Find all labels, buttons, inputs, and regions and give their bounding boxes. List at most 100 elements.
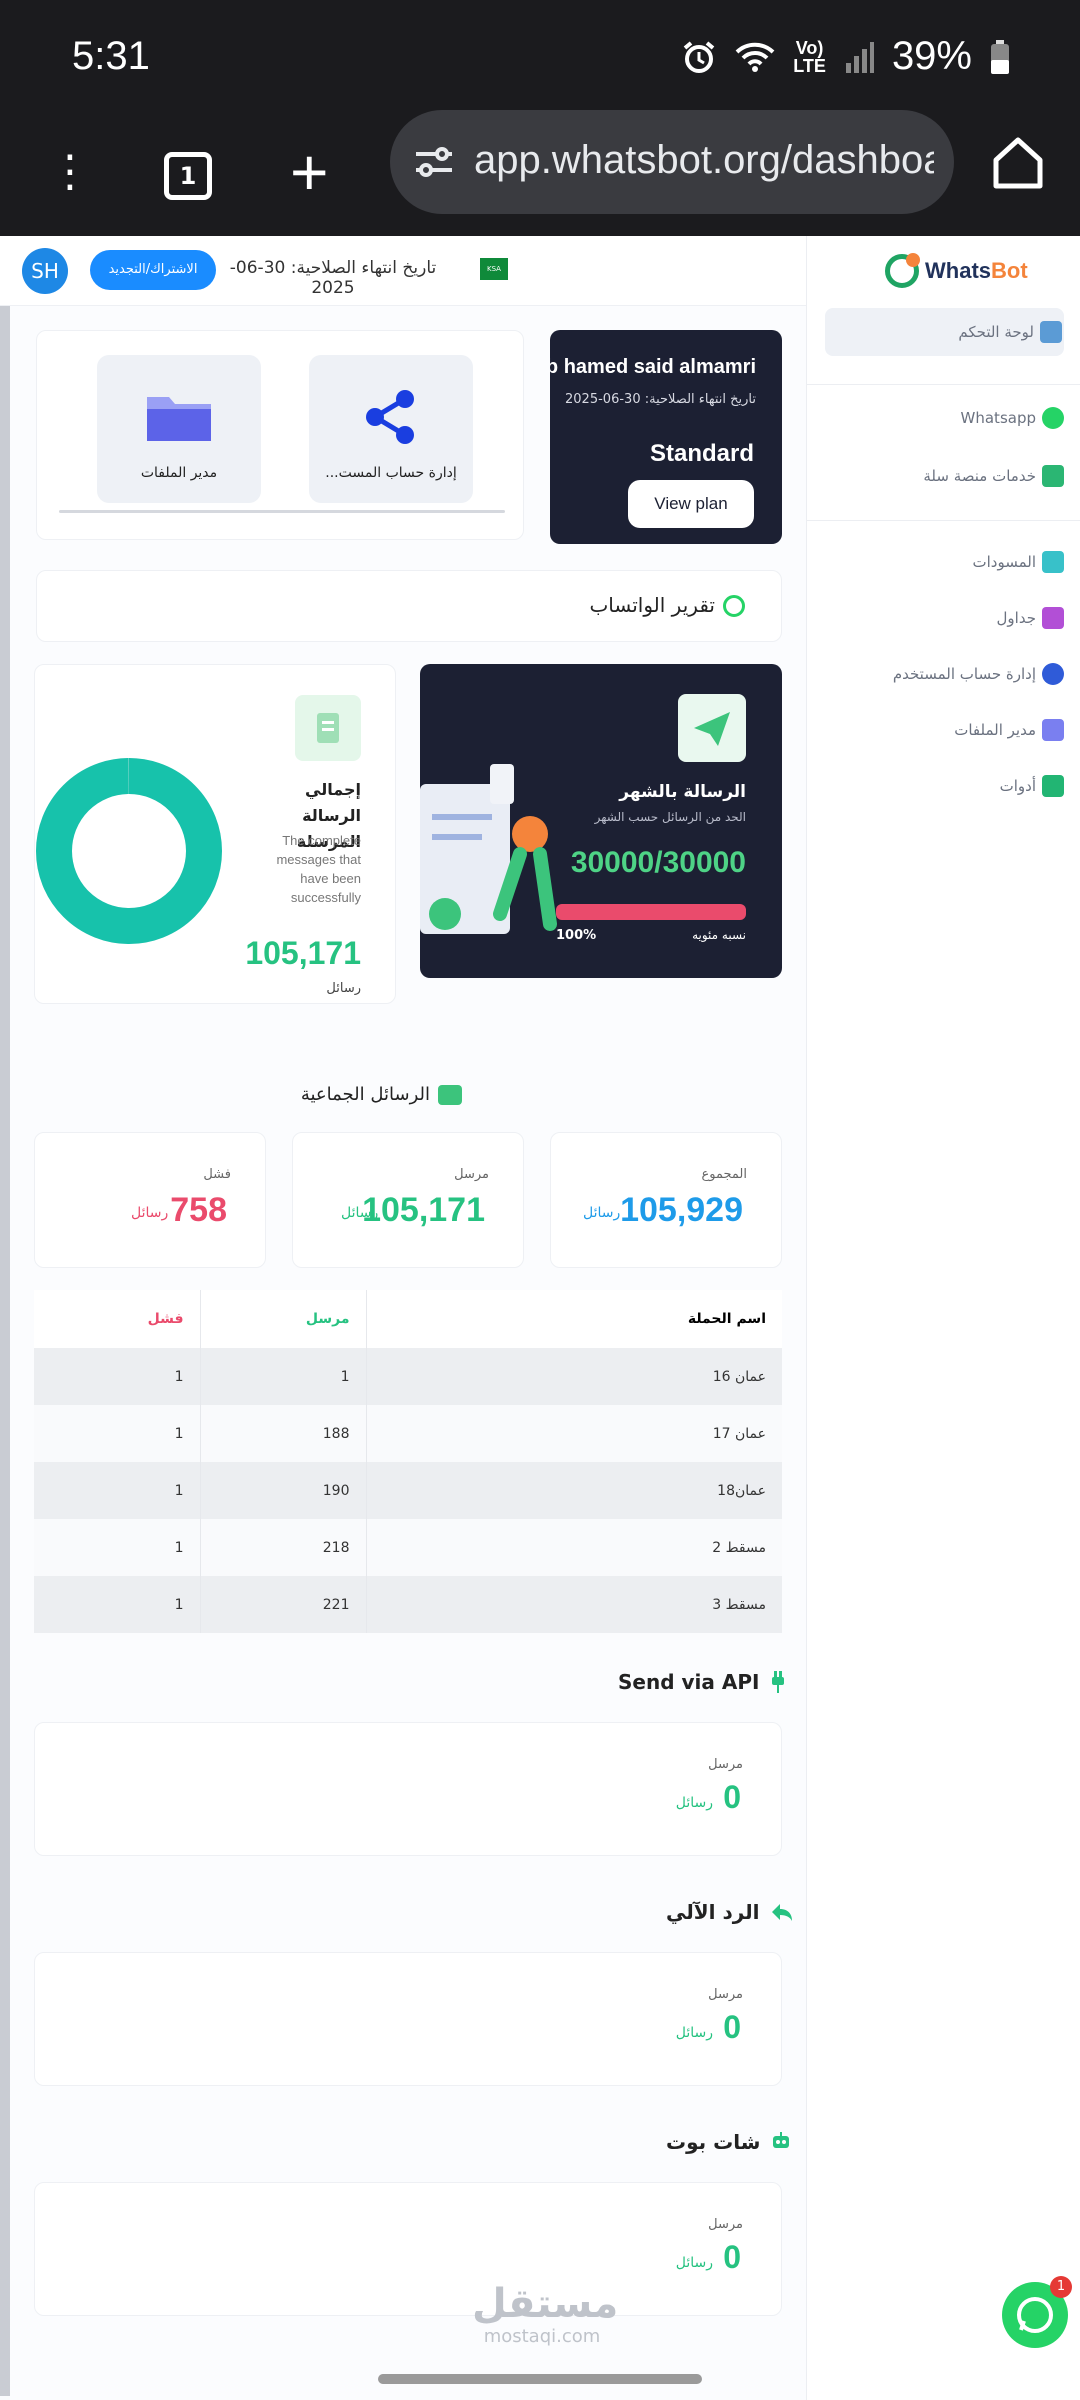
cell-sent: 188 — [200, 1405, 367, 1462]
more-menu-icon[interactable]: ⋮ — [48, 132, 92, 212]
auto-reply-sent-unit: رسائل — [675, 2025, 713, 2041]
folder-icon — [1042, 719, 1064, 741]
cell-name: عمان 17 — [366, 1405, 782, 1462]
chat-bubbles-icon — [438, 1084, 462, 1105]
table-row: 1 190 عمان18 — [34, 1462, 782, 1519]
sidebar-item-user-accounts[interactable]: إدارة حساب المستخدم — [893, 650, 1064, 698]
sidebar-item-drafts[interactable]: المسودات — [972, 538, 1064, 586]
bulk-messages-header: الرسائل الجماعية — [301, 1084, 462, 1105]
api-sent-label: مرسل — [708, 1757, 743, 1772]
sidebar-item-whatsapp[interactable]: Whatsapp — [961, 394, 1064, 442]
avatar[interactable]: SH — [22, 248, 68, 294]
notification-badge: 1 — [1050, 2276, 1072, 2298]
sidebar-item-label: خدمات منصة سلة — [923, 467, 1036, 485]
quick-links-scrollbar[interactable] — [59, 510, 505, 513]
api-sent-unit: رسائل — [675, 1795, 713, 1811]
chatbot-card: مرسل 0 رسائل — [34, 2182, 782, 2316]
plan-tier: Standard — [649, 440, 754, 467]
auto-reply-card: مرسل 0 رسائل — [34, 1952, 782, 2086]
whatsapp-icon — [723, 595, 745, 617]
watermark-en: mostaqi.com — [483, 2326, 601, 2347]
cell-failed: 1 — [34, 1348, 201, 1405]
stat-failed-unit: رسائل — [131, 1205, 169, 1221]
alarm-icon — [683, 40, 715, 73]
cell-sent: 218 — [200, 1519, 367, 1576]
cell-sent: 1 — [200, 1348, 367, 1405]
cell-name: عمان18 — [366, 1462, 782, 1519]
api-title: Send via API — [618, 1670, 760, 1694]
address-bar[interactable]: app.whatsbot.org/dashboard — [390, 110, 954, 214]
sidebar-item-dashboard[interactable]: لوحة التحكم — [825, 308, 1064, 356]
view-plan-button[interactable]: View plan — [628, 480, 754, 528]
network-type: Vo) LTE — [793, 37, 826, 76]
dashboard-page: SH الاشتراك/التجديد تاريخ انتهاء الصلاحي… — [0, 236, 1080, 2400]
cell-name: عمان 16 — [366, 1348, 782, 1405]
whatsapp-chat-button[interactable]: 1 — [1002, 2276, 1072, 2348]
sidebar-divider — [807, 520, 1080, 521]
quick-link-files[interactable]: مدير الملفات — [97, 355, 261, 503]
quick-link-account-label: إدارة حساب المست... — [325, 465, 457, 481]
sidebar-item-label: جداول — [996, 609, 1036, 627]
tab-switcher-button[interactable]: 1 — [164, 152, 212, 200]
stat-card-failed: فشل 758 رسائل — [34, 1132, 266, 1268]
logo-icon — [885, 253, 920, 288]
watermark: مستقل mostaqi.com — [472, 2282, 618, 2347]
api-sent-value: 0 — [723, 1779, 741, 1815]
stat-total-value: 105,929 — [620, 1191, 743, 1229]
wifi-icon — [735, 42, 775, 72]
gesture-nav-bar[interactable] — [378, 2374, 702, 2384]
stat-sent-value: 105,171 — [362, 1191, 485, 1229]
sidebar-item-file-manager[interactable]: مدير الملفات — [954, 706, 1064, 754]
header-failed[interactable]: فشل — [34, 1290, 201, 1348]
home-icon[interactable] — [990, 134, 1046, 190]
new-tab-button[interactable]: + — [290, 132, 329, 212]
monthly-count: 30000/30000 — [570, 846, 746, 879]
auto-reply-sent-label: مرسل — [708, 1987, 743, 2002]
logo-text-a: Whats — [925, 258, 991, 283]
whatsapp-report-title: تقرير الواتساب — [589, 593, 715, 617]
cell-failed: 1 — [34, 1405, 201, 1462]
sidebar-item-salla[interactable]: خدمات منصة سلة — [923, 452, 1064, 500]
api-card: مرسل 0 رسائل — [34, 1722, 782, 1856]
table-row: 1 188 عمان 17 — [34, 1405, 782, 1462]
url-text[interactable]: app.whatsbot.org/dashboard — [474, 138, 934, 183]
cell-failed: 1 — [34, 1576, 201, 1633]
header-sent[interactable]: مرسل — [200, 1290, 367, 1348]
table-row: 1 218 مسقط 2 — [34, 1519, 782, 1576]
monthly-percent: 100% — [556, 928, 597, 943]
auto-reply-header: الرد الآلي — [666, 1900, 794, 1924]
stat-card-sent: مرسل 105,171 رسائل — [292, 1132, 524, 1268]
chatbot-sent-value: 0 — [723, 2239, 741, 2275]
chatbot-sent-label: مرسل — [708, 2217, 743, 2232]
quick-links-card: مدير الملفات إدارة حساب المست... — [36, 330, 524, 540]
robot-icon — [773, 2132, 790, 2148]
whatsbot-logo[interactable]: WhatsBot — [885, 253, 1028, 288]
header-campaign-name[interactable]: اسم الحملة — [366, 1290, 782, 1348]
send-icon — [678, 694, 746, 762]
quick-link-account[interactable]: إدارة حساب المست... — [309, 355, 473, 503]
site-settings-icon[interactable] — [412, 140, 456, 184]
plug-icon — [772, 1671, 785, 1693]
bulk-messages-title: الرسائل الجماعية — [300, 1084, 430, 1105]
sidebar-item-label: مدير الملفات — [954, 721, 1036, 739]
sidebar-item-tools[interactable]: أدوات — [1000, 762, 1064, 810]
monthly-percent-label: نسبه مئويه — [692, 928, 746, 942]
language-flag-icon[interactable]: KSA — [480, 258, 508, 280]
sidebar-item-label: إدارة حساب المستخدم — [892, 665, 1036, 683]
illustration-image — [420, 764, 557, 934]
cell-name: مسقط 2 — [366, 1519, 782, 1576]
stat-failed-label: فشل — [203, 1167, 231, 1182]
quick-link-files-label: مدير الملفات — [140, 465, 218, 481]
scroll-track[interactable] — [0, 306, 10, 2396]
chatbot-title: شات بوت — [666, 2130, 761, 2154]
auto-reply-title: الرد الآلي — [666, 1900, 760, 1924]
subscription-expiry: تاريخ انتهاء الصلاحية: 30-06-2025 — [229, 258, 437, 298]
cell-name: مسقط 3 — [366, 1576, 782, 1633]
reply-icon — [771, 1904, 792, 1921]
sidebar-item-schedules[interactable]: جداول — [997, 594, 1064, 642]
monthly-subtitle: الحد من الرسائل حسب الشهر — [594, 810, 746, 824]
battery-icon — [991, 39, 1009, 74]
share-icon — [366, 390, 414, 444]
renew-subscription-button[interactable]: الاشتراك/التجديد — [90, 250, 216, 290]
home-icon — [1040, 321, 1062, 343]
